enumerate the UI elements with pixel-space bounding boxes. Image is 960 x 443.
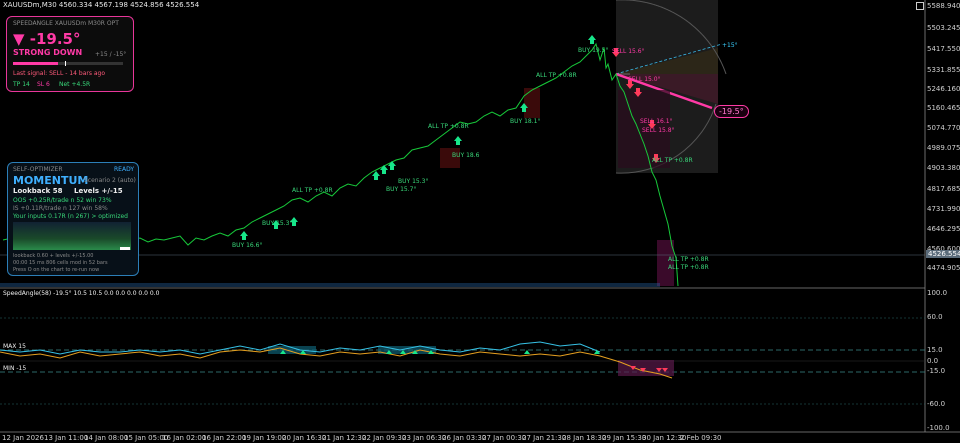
price-tick: 4474.905 — [927, 264, 960, 272]
angle-gauge-fill — [13, 62, 58, 65]
optimizer-is: IS +0.11R/trade n 127 win 58% — [13, 205, 108, 212]
volume-strip — [0, 283, 660, 287]
time-tick: 14 Jan 08:00 — [84, 434, 129, 442]
price-tick: 5074.770 — [927, 124, 960, 132]
trade-label: BUY 16.6° — [232, 242, 263, 249]
time-tick: 23 Jan 06:30 — [402, 434, 447, 442]
optimizer-status: READY — [114, 166, 135, 173]
time-tick: 13 Jan 11:00 — [44, 434, 89, 442]
optimizer-inputs: Your inputs 0.17R (n 267) > optimized — [13, 213, 128, 220]
trade-label: ALL TP +0.8R — [292, 187, 333, 194]
optimizer-scenario: Scenario 2 (auto) — [84, 177, 136, 184]
trend-state: STRONG DOWN — [13, 48, 83, 57]
trade-label: BUY 19.5° — [578, 47, 609, 54]
time-tick: 16 Jan 02:00 — [162, 434, 207, 442]
osc-max-label: MAX 15 — [3, 343, 26, 350]
time-tick: 12 Jan 2026 — [2, 434, 44, 442]
time-tick: 26 Jan 03:30 — [442, 434, 487, 442]
trade-label: ALL TP +0.8R — [668, 256, 709, 263]
optimizer-title: SELF-OPTIMIZER — [13, 166, 63, 173]
trade-label: ALL TP +0.8R — [652, 157, 693, 164]
optimizer-levels: Levels +/-15 — [74, 187, 123, 195]
speed-angle-value: ▼ -19.5° — [13, 30, 81, 48]
self-optimizer-panel: SELF-OPTIMIZER READY MOMENTUM Scenario 2… — [7, 162, 139, 276]
trade-label: SELL 16.1° — [640, 118, 673, 125]
time-tick: 28 Jan 18:30 — [562, 434, 607, 442]
price-tick: 5503.245 — [927, 24, 960, 32]
time-tick: 20 Jan 16:30 — [282, 434, 327, 442]
buy-arrows — [240, 35, 596, 240]
threshold-tag: +15° — [722, 42, 738, 49]
osc-tick: -15.0 — [927, 367, 946, 375]
angle-gauge — [13, 61, 123, 66]
time-tick: 22 Jan 09:30 — [362, 434, 407, 442]
optimizer-footer-2: 00:00 15 ms 806 cells mod in 52 bars — [13, 260, 108, 266]
angle-gauge-marker — [65, 61, 66, 66]
indicator-title: SpeedAngle(58) -19.5° 10.5 10.5 0.0 0.0 … — [3, 290, 160, 297]
trade-label: ALL TP +0.8R — [668, 264, 709, 271]
trade-label: SELL 15.8° — [642, 127, 675, 134]
price-tick: 4903.380 — [927, 164, 960, 172]
osc-tick: 60.0 — [927, 313, 943, 321]
time-tick: 21 Jan 12:30 — [322, 434, 367, 442]
osc-tick: 100.0 — [927, 289, 948, 297]
chart-symbol-header: XAUUSDm,M30 4560.334 4567.198 4524.856 4… — [3, 1, 200, 9]
price-tick: 5588.940 — [927, 2, 960, 10]
time-tick: 27 Jan 00:30 — [482, 434, 527, 442]
time-tick: 29 Jan 15:30 — [602, 434, 647, 442]
level-range: +15 / -15° — [95, 51, 127, 58]
speedangle-panel-title: SPEEDANGLE XAUUSDm M30R OPT — [13, 20, 119, 27]
stat-tp: TP 14 — [13, 81, 30, 88]
time-tick: 2 Feb 09:30 — [680, 434, 722, 442]
osc-tick: -100.0 — [927, 424, 950, 432]
osc-tick: -60.0 — [927, 400, 946, 408]
optimizer-oos: OOS +0.25R/trade n 52 win 73% — [13, 197, 112, 204]
optimizer-lookback: Lookback 58 — [13, 187, 63, 195]
current-price-tag: 4526.554 — [926, 250, 960, 258]
price-tick: 4731.990 — [927, 205, 960, 213]
price-tick: 5246.160 — [927, 85, 960, 93]
chart-menu-icon[interactable] — [916, 2, 924, 10]
price-tick: 4646.295 — [927, 225, 960, 233]
last-signal: Last signal: SELL - 14 bars ago — [13, 70, 106, 77]
trade-label: BUY 15.7° — [386, 186, 417, 193]
optimizer-footer-1: lookback 0.60 + levels +/-15.00 — [13, 253, 94, 259]
price-tick: 5160.465 — [927, 104, 960, 112]
optimizer-best-cell — [120, 247, 130, 250]
stat-net: Net +4.5R — [59, 81, 91, 88]
stat-sl: SL 6 — [37, 81, 50, 88]
time-tick: 19 Jan 19:00 — [242, 434, 287, 442]
optimizer-footer-3: Press O on the chart to re-run now — [13, 267, 100, 273]
trade-label: BUY 15.3° — [262, 220, 293, 227]
osc-tick: 0.0 — [927, 357, 939, 365]
price-tick: 4989.075 — [927, 144, 960, 152]
trade-label: SELL 15.0° — [628, 76, 661, 83]
trade-label: BUY 18.1° — [510, 118, 541, 125]
trade-label: ALL TP +0.8R — [536, 72, 577, 79]
current-angle-tag: -19.5° — [714, 105, 749, 118]
price-tick: 5331.855 — [927, 66, 960, 74]
optimizer-mode: MOMENTUM — [13, 174, 89, 187]
osc-min-label: MIN -15 — [3, 365, 27, 372]
trade-label: ALL TP +0.8R — [428, 123, 469, 130]
trade-label: SELL 15.6° — [612, 48, 645, 55]
trade-label: BUY 15.3° — [398, 178, 429, 185]
time-tick: 16 Jan 22:00 — [202, 434, 247, 442]
price-tick: 4817.685 — [927, 185, 960, 193]
trading-chart-canvas[interactable] — [0, 0, 960, 443]
price-tick: 5417.550 — [927, 45, 960, 53]
trade-label: BUY 18.6 — [452, 152, 480, 159]
osc-tick: 15.0 — [927, 346, 943, 354]
buy-zone — [524, 88, 540, 118]
time-tick: 27 Jan 21:30 — [522, 434, 567, 442]
sell-zone — [657, 240, 674, 286]
speedangle-panel: SPEEDANGLE XAUUSDm M30R OPT ▼ -19.5° STR… — [6, 16, 134, 92]
optimizer-heatmap — [13, 222, 131, 250]
